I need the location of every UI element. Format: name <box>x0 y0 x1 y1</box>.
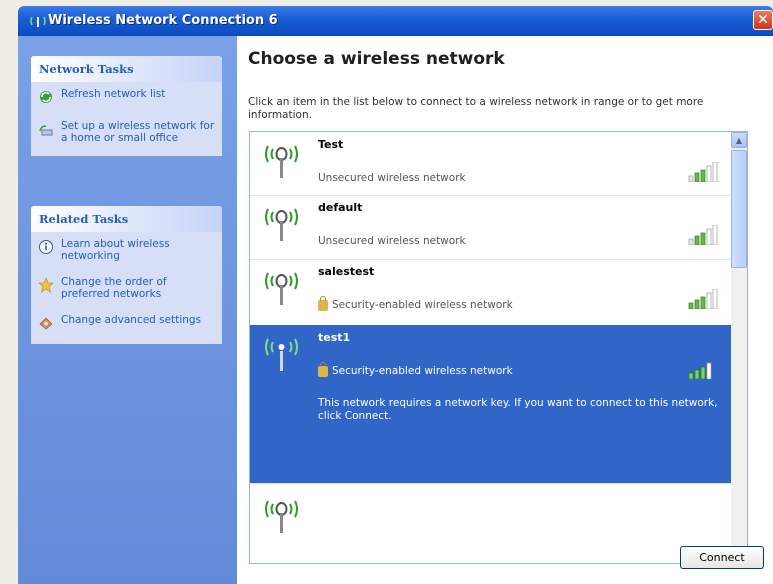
page-title: Choose a wireless network <box>248 49 505 69</box>
wireless-antenna-icon <box>265 272 298 305</box>
network-security: Unsecured wireless network <box>318 172 466 184</box>
signal-strength-icon <box>688 225 718 245</box>
signal-strength-icon <box>688 162 718 182</box>
title-bar[interactable]: Wireless Network Connection 6 ✕ <box>18 6 773 36</box>
chevron-up-icon: ▲ <box>735 135 743 145</box>
network-ssid: default <box>318 201 363 214</box>
refresh-network-list-label: Refresh network list <box>61 88 166 100</box>
close-button[interactable]: ✕ <box>753 10 773 30</box>
refresh-icon <box>37 88 55 106</box>
star-icon <box>37 276 55 294</box>
wireless-antenna-icon <box>265 208 298 241</box>
network-list-item-selected[interactable]: test1 Security-enabled wireless network … <box>250 325 731 484</box>
info-icon <box>37 238 55 256</box>
wireless-antenna-icon <box>265 338 298 371</box>
network-tasks-header[interactable]: Network Tasks <box>31 56 222 82</box>
network-security-label: Security-enabled wireless network <box>332 365 513 377</box>
learn-about-wireless-link[interactable]: Learn about wireless networking <box>37 238 216 262</box>
network-ssid: test1 <box>318 331 351 344</box>
network-security: Security-enabled wireless network <box>318 361 513 377</box>
connect-button[interactable]: Connect <box>680 546 764 569</box>
network-key-message: This network requires a network key. If … <box>318 397 718 422</box>
network-list[interactable]: Test Unsecured wireless network default … <box>249 131 748 564</box>
scroll-thumb[interactable] <box>731 150 747 268</box>
change-order-preferred-link[interactable]: Change the order of preferred networks <box>37 276 216 300</box>
learn-about-wireless-label: Learn about wireless networking <box>61 238 170 262</box>
network-ssid: Test <box>318 138 344 151</box>
network-list-scrollbar[interactable]: ▲ ▼ <box>731 132 747 563</box>
network-list-item[interactable]: salestest Security-enabled wireless netw… <box>250 259 731 326</box>
change-order-preferred-label: Change the order of preferred networks <box>61 276 167 300</box>
lock-icon <box>318 295 328 311</box>
main-pane: Choose a wireless network Click an item … <box>237 36 773 584</box>
network-list-item[interactable] <box>250 483 731 563</box>
network-security: Unsecured wireless network <box>318 235 466 247</box>
change-advanced-settings-label: Change advanced settings <box>61 314 202 326</box>
wireless-antenna-icon <box>265 500 298 533</box>
settings-icon <box>37 314 55 332</box>
setup-wireless-network-label: Set up a wireless network for a home or … <box>61 120 215 144</box>
related-tasks-header[interactable]: Related Tasks <box>31 206 222 232</box>
change-advanced-settings-link[interactable]: Change advanced settings <box>37 314 216 332</box>
network-security: Security-enabled wireless network <box>318 295 513 311</box>
signal-strength-icon <box>688 289 718 309</box>
close-icon: ✕ <box>757 12 769 28</box>
instructions-text: Click an item in the list below to conne… <box>248 96 704 121</box>
network-security-label: Unsecured wireless network <box>318 235 466 247</box>
network-tasks-panel: Network Tasks Refresh network list Set u… <box>31 56 222 156</box>
wireless-network-window: Wireless Network Connection 6 ✕ Network … <box>0 0 773 584</box>
task-pane: Network Tasks Refresh network list Set u… <box>18 36 237 584</box>
setup-wireless-network-link[interactable]: Set up a wireless network for a home or … <box>37 120 216 144</box>
network-security-label: Unsecured wireless network <box>318 172 466 184</box>
window-title: Wireless Network Connection 6 <box>48 13 278 28</box>
network-list-item[interactable]: Test Unsecured wireless network <box>250 132 731 196</box>
setup-network-icon <box>37 120 55 138</box>
signal-strength-icon <box>688 362 712 379</box>
scroll-up-button[interactable]: ▲ <box>731 132 747 148</box>
related-tasks-panel: Related Tasks Learn about wireless netwo… <box>31 206 222 344</box>
wireless-antenna-icon <box>265 145 298 178</box>
wireless-connection-icon <box>30 16 46 27</box>
network-ssid: salestest <box>318 265 375 278</box>
network-list-item[interactable]: default Unsecured wireless network <box>250 195 731 260</box>
refresh-network-list-link[interactable]: Refresh network list <box>37 88 216 106</box>
network-security-label: Security-enabled wireless network <box>332 299 513 311</box>
lock-icon <box>318 361 328 377</box>
